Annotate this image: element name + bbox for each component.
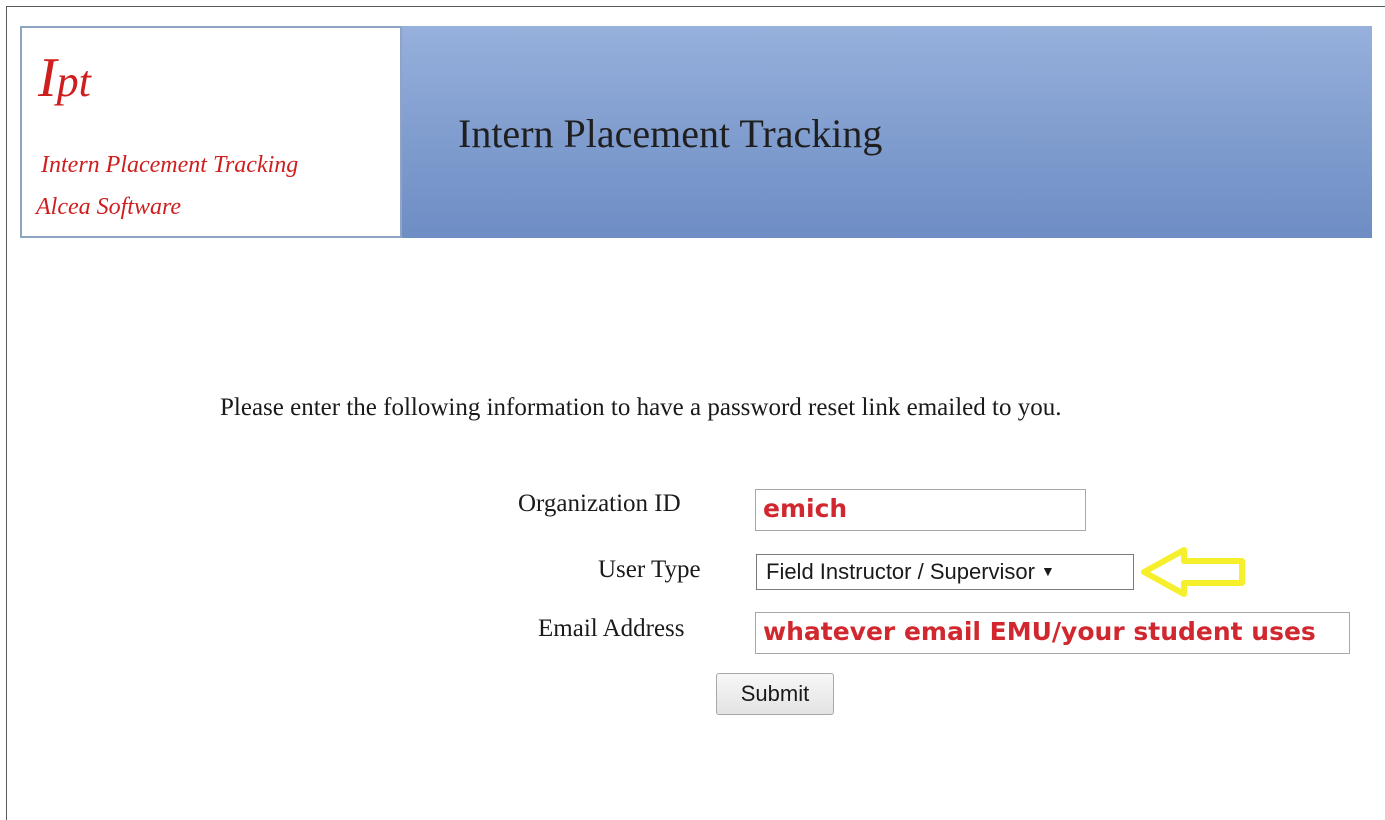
instructions-text: Please enter the following information t… [220,394,1062,421]
header: Ipt Intern Placement Tracking Alcea Soft… [20,26,1372,238]
user-type-label: User Type [598,556,701,583]
email-address-label: Email Address [538,615,685,642]
logo-mark: Ipt [38,50,91,106]
header-banner: Intern Placement Tracking [402,26,1372,238]
logo: Ipt Intern Placement Tracking Alcea Soft… [20,26,402,238]
user-type-selected-value: Field Instructor / Supervisor [766,559,1035,584]
organization-id-input[interactable]: emich [755,489,1086,531]
logo-product-name: Intern Placement Tracking [41,152,299,178]
logo-mark-rest: pt [56,57,91,106]
submit-button[interactable]: Submit [716,673,834,715]
logo-company-name: Alcea Software [36,194,182,220]
page-title: Intern Placement Tracking [458,111,883,156]
organization-id-label: Organization ID [518,490,681,517]
email-address-input[interactable]: whatever email EMU/your student uses [755,612,1350,654]
logo-mark-initial: I [38,47,57,109]
chevron-down-icon: ▼ [1040,563,1055,579]
user-type-select[interactable]: Field Instructor / Supervisor ▼ [756,554,1134,590]
left-arrow-icon [1141,547,1245,597]
